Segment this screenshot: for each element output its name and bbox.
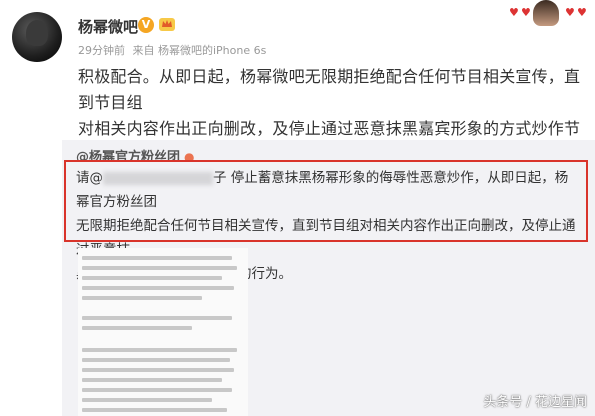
heart-icon: ♥	[521, 6, 531, 19]
highlighted-repost-text: 请@ 子 停止蓄意抹黑杨幂形象的侮辱性恶意炒作，从即日起，杨幂官方粉丝团 无限期拒…	[64, 160, 588, 282]
doc-line	[82, 388, 232, 392]
doc-line	[82, 296, 202, 300]
repost-text-prefix: 请@	[76, 170, 103, 186]
doc-line	[82, 378, 222, 382]
verified-badge-icon: V	[138, 17, 154, 33]
doc-line	[82, 266, 237, 270]
doc-line	[82, 368, 234, 372]
doc-line	[82, 276, 222, 280]
heart-icon: ♥	[577, 6, 587, 19]
avatar-figure	[26, 20, 48, 46]
watermark: 头条号 / 花边星闻	[483, 395, 587, 410]
post-header: 杨幂微吧 V 29分钟前 来自 杨幂微吧的iPhone 6s ♥ ♥ ♥ ♥	[0, 0, 595, 62]
post-time[interactable]: 29分钟前	[78, 44, 125, 57]
document-image[interactable]	[78, 248, 248, 416]
heart-icon: ♥	[565, 6, 575, 19]
profile-banner: ♥ ♥ ♥ ♥	[505, 0, 587, 26]
post-body-line: 积极配合。从即日起，杨幂微吧无限期拒绝配合任何节目相关宣传，直到节目组	[78, 67, 581, 112]
banner-avatar	[533, 0, 559, 26]
doc-line	[82, 358, 230, 362]
doc-line	[82, 256, 232, 260]
blurred-mention	[103, 171, 213, 185]
post-source: 来自 杨幂微吧的iPhone 6s	[132, 44, 267, 57]
post-meta: 29分钟前 来自 杨幂微吧的iPhone 6s	[78, 42, 270, 58]
doc-line	[82, 316, 232, 320]
doc-line	[82, 326, 192, 330]
post-username[interactable]: 杨幂微吧	[78, 16, 138, 37]
doc-line	[82, 348, 237, 352]
member-crown-icon	[159, 18, 175, 31]
doc-line	[82, 398, 212, 402]
doc-line	[82, 286, 234, 290]
heart-icon: ♥	[509, 6, 519, 19]
doc-line	[82, 408, 227, 412]
avatar[interactable]	[12, 12, 62, 62]
